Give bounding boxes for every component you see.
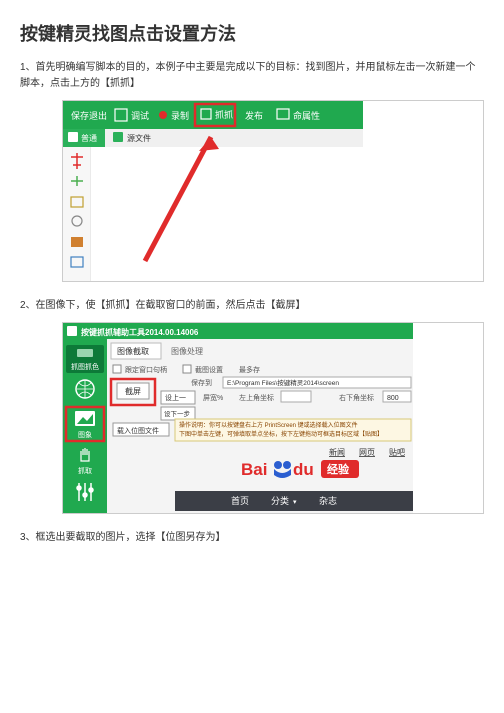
app-icon: [67, 326, 77, 336]
svg-text:操作说明：你可以按键盘右上方 PrintScreen 键或选: 操作说明：你可以按键盘右上方 PrintScreen 键或选择载入位图文件: [179, 421, 358, 429]
page-title: 按键精灵找图点击设置方法: [20, 20, 484, 46]
svg-text:屏宽%: 屏宽%: [203, 393, 223, 402]
svg-text:du: du: [293, 460, 314, 479]
record-label[interactable]: 录制: [171, 110, 189, 121]
screenshot-1: 保存退出 调试 录制 抓抓 发布 命属性 普通 源文件: [62, 100, 484, 282]
svg-text:800: 800: [387, 395, 399, 402]
svg-text:载入位图文件: 载入位图文件: [117, 426, 159, 435]
svg-text:▾: ▾: [293, 499, 297, 506]
step-1-text: 1、首先明确编写脚本的目的，本例子中主要是完成以下的目标：找到图片，并用鼠标左击…: [20, 60, 484, 92]
tl-input[interactable]: [281, 391, 311, 402]
tab-capture[interactable]: 图像截取: [117, 346, 149, 356]
save-exit-label[interactable]: 保存退出: [71, 110, 107, 121]
baidu-logo: Bai du 经验: [241, 460, 359, 479]
capture-label: 截屏: [125, 386, 141, 396]
step-3-text: 3、框选出要截取的图片，选择【位图另存为】: [20, 530, 484, 546]
app-title: 按键抓抓辅助工具2014.00.14006: [81, 327, 199, 337]
window-sync-label: 跟定窗口句柄: [125, 365, 167, 374]
fetch-icon[interactable]: [77, 349, 93, 357]
cap-setting-label: 截图设置: [195, 365, 223, 374]
prop-label[interactable]: 命属性: [293, 110, 320, 121]
side-img-label[interactable]: 图象: [78, 430, 92, 439]
more-many-label: 最多存: [239, 365, 260, 374]
nav-web[interactable]: 网页: [359, 448, 375, 457]
nav-news[interactable]: 新闻: [329, 447, 345, 457]
record-icon[interactable]: [159, 111, 167, 119]
svg-text:经验: 经验: [327, 462, 350, 476]
ftr-home[interactable]: 首页: [231, 495, 249, 506]
ftr-cat[interactable]: 分类: [271, 495, 289, 506]
side-fetch-label[interactable]: 抓图抓色: [71, 362, 99, 371]
sliders-icon[interactable]: [77, 483, 93, 501]
save-to-label: 保存到: [191, 378, 212, 387]
ftr-mix[interactable]: 杂志: [319, 495, 337, 506]
tab-process[interactable]: 图像处理: [171, 346, 203, 356]
debug-label[interactable]: 调试: [131, 110, 149, 121]
nav-tieba[interactable]: 贴吧: [389, 447, 405, 457]
cap-setting-checkbox[interactable]: [183, 365, 191, 373]
save-path-value: E:\Program Files\按键精灵2014\screen: [227, 378, 339, 387]
publish-label[interactable]: 发布: [245, 110, 263, 121]
step-2-text: 2、在图像下，使【抓抓】在截取窗口的前面，然后点击【截屏】: [20, 298, 484, 314]
tab-source[interactable]: 源文件: [127, 133, 151, 143]
svg-text:Bai: Bai: [241, 460, 267, 479]
grab-label[interactable]: 抓抓: [215, 109, 233, 120]
side-grab-label[interactable]: 抓取: [78, 466, 92, 475]
svg-text:右下角坐标: 右下角坐标: [339, 393, 374, 402]
screenshot-2: 按键抓抓辅助工具2014.00.14006 抓图抓色 图象 抓取: [62, 322, 484, 514]
svg-text:左上角坐标: 左上角坐标: [239, 393, 274, 402]
svg-text:下图中单击左键，可弹填取单点坐标，按下左键拖动可框选目标区域: 下图中单击左键，可弹填取单点坐标，按下左键拖动可框选目标区域【贴图】: [179, 430, 383, 438]
tab-normal[interactable]: 普通: [81, 133, 97, 143]
window-sync-checkbox[interactable]: [113, 365, 121, 373]
svg-text:设下一步: 设下一步: [164, 409, 191, 418]
svg-text:设上一: 设上一: [165, 393, 186, 402]
